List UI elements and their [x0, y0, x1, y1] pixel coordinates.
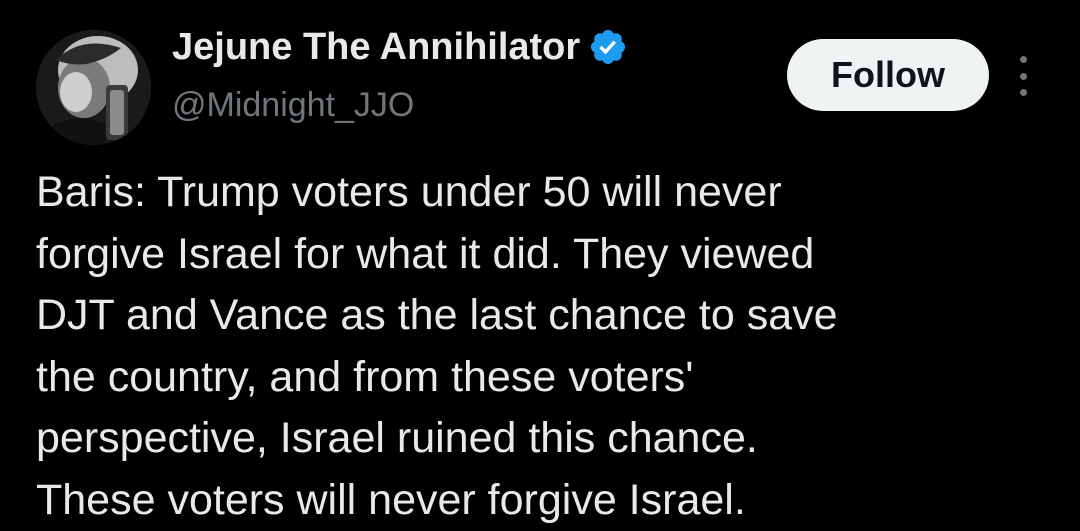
avatar[interactable] — [36, 30, 151, 145]
follow-button[interactable]: Follow — [787, 39, 989, 111]
more-dot — [1019, 89, 1027, 96]
avatar-image — [36, 30, 151, 145]
tweet-text: Baris: Trump voters under 50 will never … — [36, 168, 838, 524]
tweet-card: Jejune The Annihilator @Midnight_JJO Fol… — [0, 0, 1080, 530]
more-dot — [1019, 56, 1027, 63]
author-name-row: Jejune The Annihilator — [172, 22, 628, 72]
author-handle[interactable]: @Midnight_JJO — [172, 86, 414, 125]
more-dot — [1019, 72, 1027, 80]
verified-badge-icon[interactable] — [588, 27, 628, 67]
more-vertical-icon[interactable] — [1010, 56, 1036, 96]
author-display-name[interactable]: Jejune The Annihilator — [172, 26, 580, 69]
